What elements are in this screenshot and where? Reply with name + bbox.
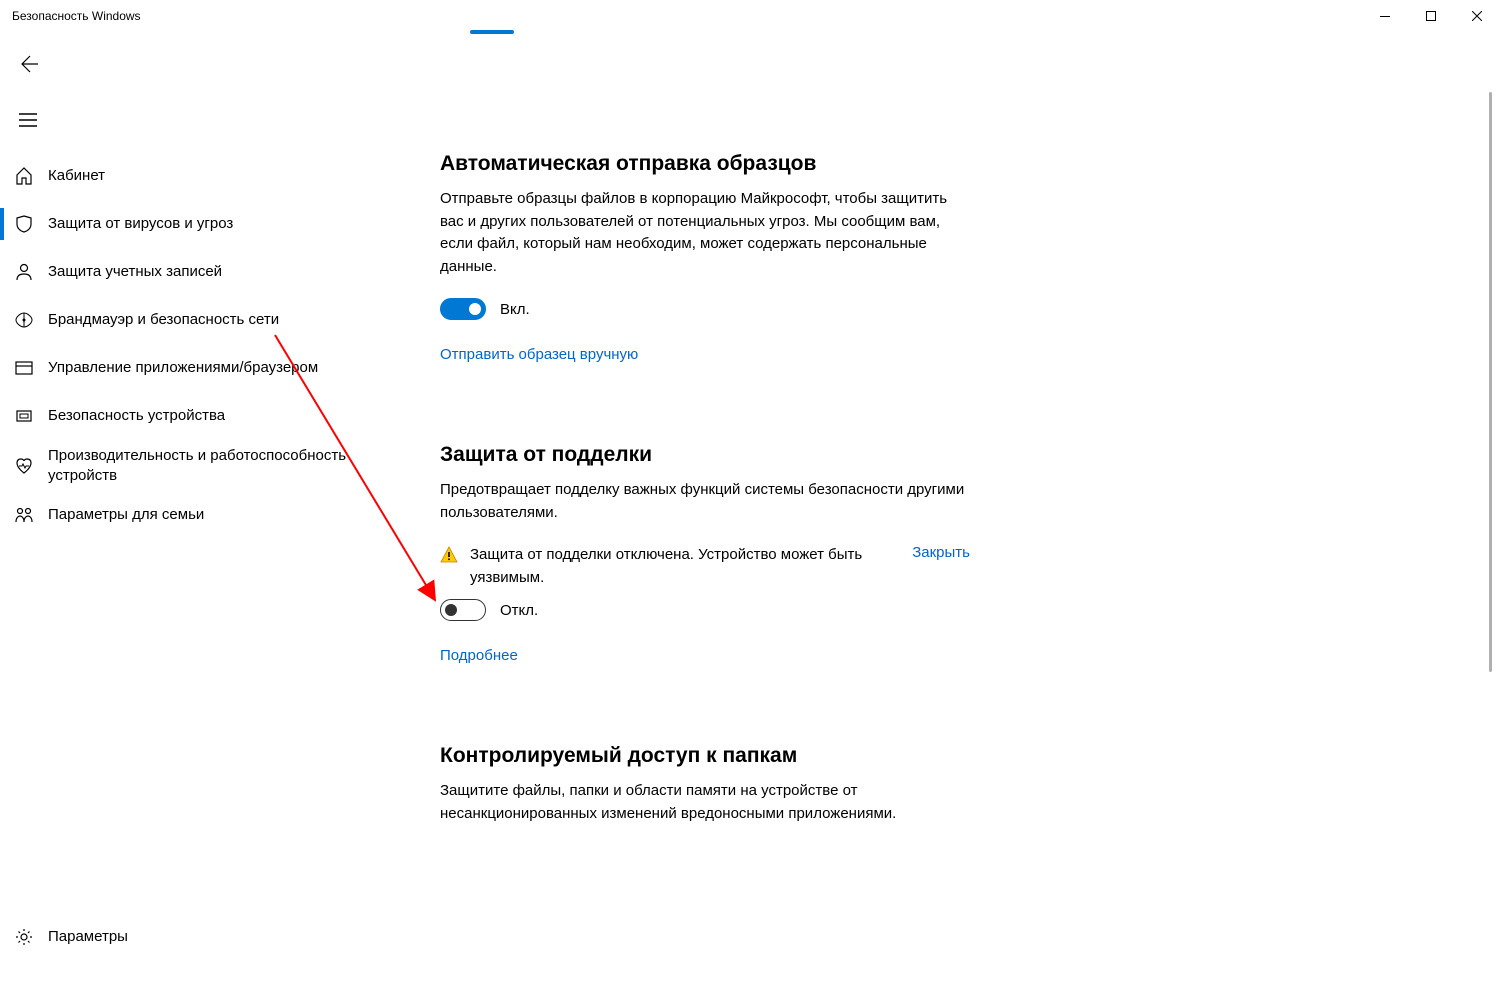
accent-bar <box>470 30 514 34</box>
shield-icon <box>0 214 48 234</box>
app-browser-icon <box>0 358 48 378</box>
warning-tamper-disabled: Защита от подделки отключена. Устройство… <box>440 544 970 589</box>
back-button[interactable] <box>4 40 52 88</box>
minimize-button[interactable] <box>1362 0 1408 32</box>
sidebar-item-label: Брандмауэр и безопасность сети <box>48 310 299 330</box>
sidebar-item-virus-protection[interactable]: Защита от вирусов и угроз <box>0 200 408 248</box>
nav-list: Кабинет Защита от вирусов и угроз Защита… <box>0 152 408 913</box>
warning-text: Защита от подделки отключена. Устройство… <box>470 544 900 589</box>
sidebar: Кабинет Защита от вирусов и угроз Защита… <box>0 32 408 996</box>
section-desc: Предотвращает подделку важных функций си… <box>440 479 970 524</box>
section-title-tamper-protection: Защита от подделки <box>440 443 970 467</box>
titlebar: Безопасность Windows <box>0 0 1500 32</box>
section-title-sample-submission: Автоматическая отправка образцов <box>440 152 970 176</box>
hamburger-button[interactable] <box>4 96 52 144</box>
family-icon <box>0 505 48 525</box>
scrollbar[interactable] <box>1489 92 1492 672</box>
firewall-icon <box>0 310 48 330</box>
heart-icon <box>0 456 48 476</box>
sidebar-item-family-options[interactable]: Параметры для семьи <box>0 491 408 539</box>
sidebar-item-device-security[interactable]: Безопасность устройства <box>0 392 408 440</box>
sidebar-item-label: Безопасность устройства <box>48 406 245 426</box>
toggle-sample-submission[interactable] <box>440 298 486 320</box>
section-title-controlled-folder-access: Контролируемый доступ к папкам <box>440 744 970 768</box>
sidebar-item-label: Защита учетных записей <box>48 262 242 282</box>
sidebar-item-firewall[interactable]: Брандмауэр и безопасность сети <box>0 296 408 344</box>
close-button[interactable] <box>1454 0 1500 32</box>
sidebar-item-label: Параметры для семьи <box>48 505 224 525</box>
sidebar-item-home[interactable]: Кабинет <box>0 152 408 200</box>
sidebar-item-label: Производительность и работоспособность у… <box>48 446 408 485</box>
section-desc: Защитите файлы, папки и области памяти н… <box>440 780 970 825</box>
sidebar-item-app-browser-control[interactable]: Управление приложениями/браузером <box>0 344 408 392</box>
content-area: Автоматическая отправка образцов Отправь… <box>408 32 1500 996</box>
window-controls <box>1362 0 1500 32</box>
link-submit-sample-manually[interactable]: Отправить образец вручную <box>440 346 638 363</box>
warning-icon <box>440 546 458 569</box>
sidebar-item-settings[interactable]: Параметры <box>0 913 408 961</box>
section-desc: Отправьте образцы файлов в корпорацию Ма… <box>440 188 970 278</box>
link-dismiss-warning[interactable]: Закрыть <box>912 544 970 561</box>
sidebar-item-account-protection[interactable]: Защита учетных записей <box>0 248 408 296</box>
window-title: Безопасность Windows <box>12 9 141 23</box>
sidebar-item-label: Защита от вирусов и угроз <box>48 214 253 234</box>
link-learn-more-tamper[interactable]: Подробнее <box>440 647 518 664</box>
maximize-button[interactable] <box>1408 0 1454 32</box>
toggle-state-label: Откл. <box>500 602 538 619</box>
device-security-icon <box>0 406 48 426</box>
home-icon <box>0 166 48 186</box>
sidebar-item-label: Кабинет <box>48 166 125 186</box>
gear-icon <box>0 927 48 947</box>
sidebar-item-label: Параметры <box>48 927 148 947</box>
toggle-state-label: Вкл. <box>500 301 530 318</box>
toggle-tamper-protection[interactable] <box>440 599 486 621</box>
sidebar-item-label: Управление приложениями/браузером <box>48 358 338 378</box>
person-icon <box>0 262 48 282</box>
sidebar-item-device-performance[interactable]: Производительность и работоспособность у… <box>0 440 408 491</box>
